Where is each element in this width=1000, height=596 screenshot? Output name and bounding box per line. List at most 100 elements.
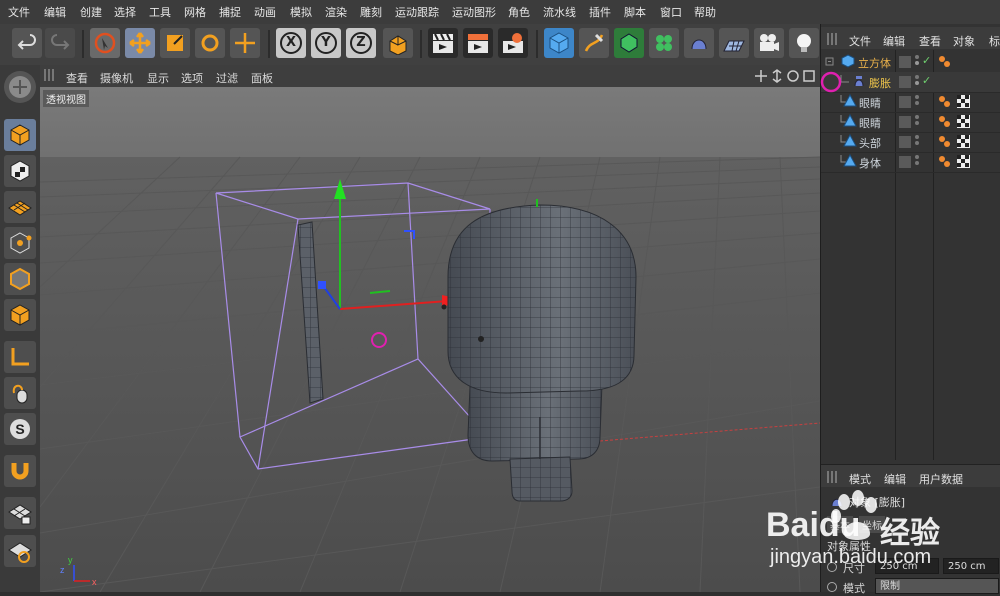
pen-spline-icon[interactable] [579,28,609,58]
menu-file[interactable]: 文件 [8,4,30,20]
visibility-dots-icon[interactable] [915,155,919,169]
visibility-dots-icon[interactable] [915,135,919,149]
viewport-menu-view[interactable]: 查看 [66,70,88,86]
snap-icon[interactable]: S [4,413,36,445]
uvw-tag-icon[interactable] [957,135,970,148]
visibility-dots-icon[interactable] [915,55,919,69]
menu-window[interactable]: 窗口 [660,4,682,20]
phong-tag-icon[interactable] [938,155,951,168]
render-view-icon[interactable] [428,28,458,58]
menu-help[interactable]: 帮助 [694,4,716,20]
viewport-label[interactable]: 透视视图 [43,90,89,107]
layer-toggle-icon[interactable] [899,116,911,128]
move-icon[interactable] [125,28,155,58]
model-mode-cube-icon[interactable] [4,119,36,151]
object-row-cube[interactable]: 立方体 ✓ [821,52,1000,73]
menu-motion-tracking[interactable]: 运动跟踪 [395,4,439,20]
scale-icon[interactable] [160,28,190,58]
menu-script[interactable]: 脚本 [624,4,646,20]
render-settings-icon[interactable] [498,28,528,58]
menu-sculpt[interactable]: 雕刻 [360,4,382,20]
om-menu-objects[interactable]: 对象 [953,33,975,49]
size-y-field[interactable]: 250 cm [943,558,999,574]
rotate-icon[interactable] [195,28,225,58]
edges-mode-icon[interactable] [4,263,36,295]
render-picture-queue-icon[interactable] [463,28,493,58]
menu-tools[interactable]: 工具 [149,4,171,20]
viewport-menu-panel[interactable]: 面板 [251,70,273,86]
om-menu-tags[interactable]: 标 [989,33,1000,49]
panel-grip-icon[interactable] [827,471,837,483]
deformer-icon[interactable] [684,28,714,58]
axis-mode-icon[interactable] [4,341,36,373]
layer-toggle-icon[interactable] [899,56,911,68]
locked-workplane-icon[interactable] [4,497,36,529]
menu-character[interactable]: 角色 [508,4,530,20]
keyframe-icon[interactable] [827,582,837,592]
camera-icon[interactable] [754,28,784,58]
uvw-tag-icon[interactable] [957,115,970,128]
axis-x-lock-button[interactable]: X [276,28,306,58]
object-row-body[interactable]: 身体 [821,152,1000,173]
phong-tag-icon[interactable] [938,135,951,148]
layer-toggle-icon[interactable] [899,156,911,168]
planar-workplane-icon[interactable] [4,535,36,567]
viewport-menu-cameras[interactable]: 摄像机 [100,70,133,86]
object-row-bulge[interactable]: 膨胀 ✓ [821,72,1000,93]
layer-toggle-icon[interactable] [899,76,911,88]
world-move-icon[interactable] [230,28,260,58]
live-select-icon[interactable] [90,28,120,58]
enabled-check-icon[interactable]: ✓ [922,54,931,67]
panel-grip-icon[interactable] [44,69,54,81]
cube-object-icon[interactable] [544,28,574,58]
phong-tag-icon[interactable] [938,115,951,128]
object-row-eye-2[interactable]: 眼睛 [821,112,1000,133]
om-menu-view[interactable]: 查看 [919,33,941,49]
axis-z-lock-button[interactable]: Z [346,28,376,58]
axis-y-lock-button[interactable]: Y [311,28,341,58]
phong-tag-icon[interactable] [938,95,951,108]
menu-pipeline[interactable]: 流水线 [543,4,576,20]
object-row-head[interactable]: 头部 [821,132,1000,153]
menu-render[interactable]: 渲染 [325,4,347,20]
polygons-mode-icon[interactable] [4,299,36,331]
keyframe-icon[interactable] [827,562,837,572]
texture-mode-icon[interactable] [4,155,36,187]
workplane-icon[interactable] [4,191,36,223]
layer-toggle-icon[interactable] [899,96,911,108]
phong-tag-icon[interactable] [938,55,951,68]
redo-icon[interactable] [45,28,75,58]
menu-mesh[interactable]: 网格 [184,4,206,20]
viewport-menu-filter[interactable]: 过滤 [216,70,238,86]
points-mode-icon[interactable] [4,227,36,259]
layer-toggle-icon[interactable] [899,136,911,148]
enabled-check-icon[interactable]: ✓ [922,74,931,87]
attr-menu-user-data[interactable]: 用户数据 [919,471,963,487]
magnet-icon[interactable] [4,455,36,487]
size-x-field[interactable]: 250 cm [875,558,939,574]
viewport-menu-display[interactable]: 显示 [147,70,169,86]
viewport-nav-icons[interactable] [753,68,817,84]
menu-create[interactable]: 创建 [80,4,102,20]
viewport-menu-options[interactable]: 选项 [181,70,203,86]
tweak-mode-icon[interactable] [4,377,36,409]
visibility-dots-icon[interactable] [915,75,919,89]
object-row-eye-1[interactable]: 眼睛 [821,92,1000,113]
undo-icon[interactable] [12,28,42,58]
floor-icon[interactable] [719,28,749,58]
coordinate-system-icon[interactable] [383,28,413,58]
visibility-dots-icon[interactable] [915,95,919,109]
cloner-icon[interactable] [649,28,679,58]
viewport-canvas[interactable]: z x y 透视视图 [40,87,820,592]
tab-basic[interactable]: 基本 [827,516,853,533]
menu-edit[interactable]: 编辑 [44,4,66,20]
subdivision-surface-icon[interactable] [614,28,644,58]
menu-mograph[interactable]: 运动图形 [452,4,496,20]
light-icon[interactable] [789,28,819,58]
model-mode-icon[interactable] [4,71,36,103]
menu-simulate[interactable]: 模拟 [290,4,312,20]
tab-coordinates[interactable]: 坐标 [859,516,885,533]
uvw-tag-icon[interactable] [957,155,970,168]
attr-menu-mode[interactable]: 模式 [849,471,871,487]
menu-animate[interactable]: 动画 [254,4,276,20]
